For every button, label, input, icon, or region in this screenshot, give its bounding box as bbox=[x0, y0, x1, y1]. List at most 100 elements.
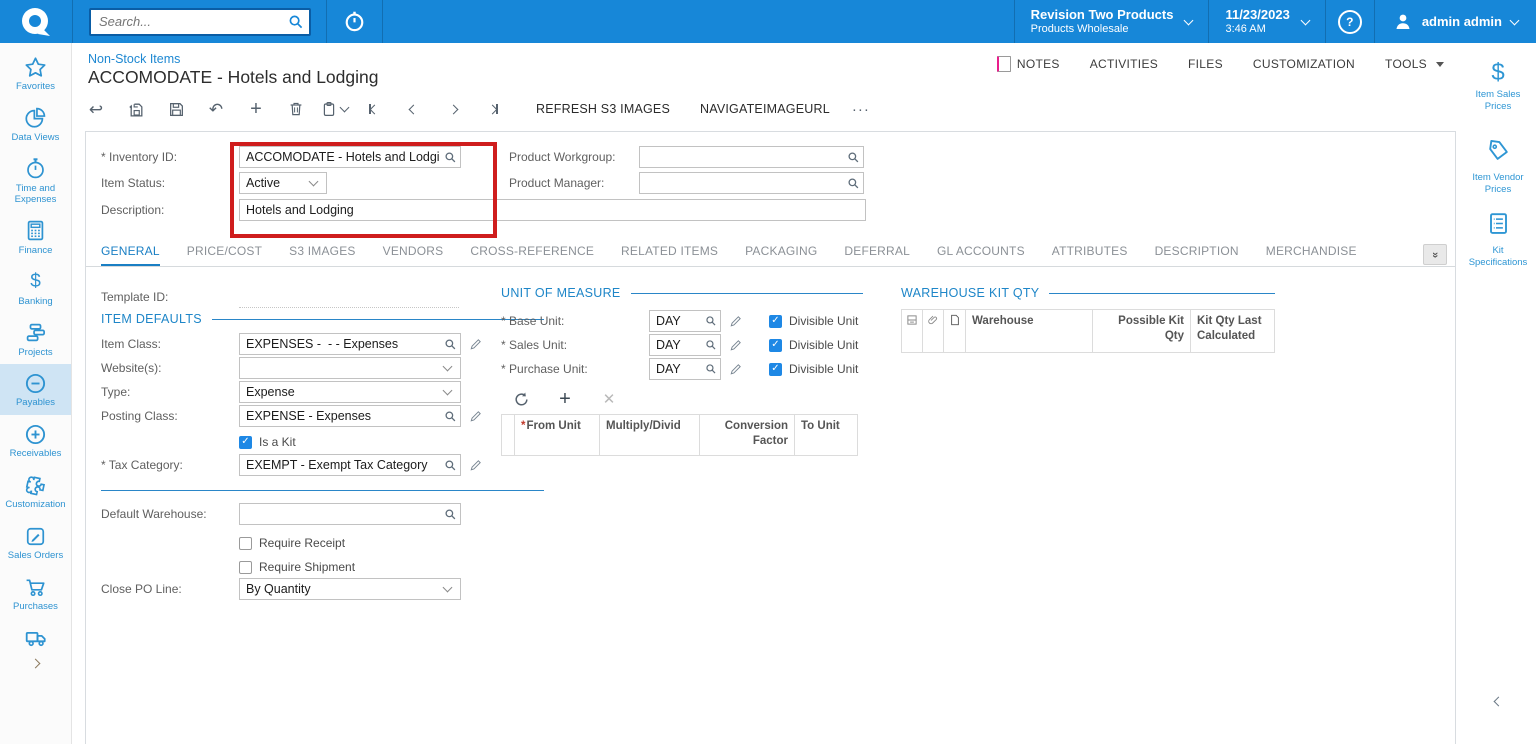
undo-button[interactable]: ↶ bbox=[201, 95, 231, 123]
lookup-icon[interactable] bbox=[444, 151, 457, 164]
col-multiply-divide[interactable]: Multiply/Divid bbox=[600, 415, 700, 455]
lookup-icon[interactable] bbox=[444, 410, 457, 423]
edit-pencil-icon[interactable] bbox=[469, 409, 483, 423]
add-button[interactable]: + bbox=[241, 95, 271, 123]
go-prev-button[interactable] bbox=[398, 95, 428, 123]
websites-select[interactable] bbox=[239, 357, 461, 379]
col-from-unit[interactable]: From Unit bbox=[515, 415, 600, 455]
close-po-line-select[interactable]: By Quantity bbox=[239, 578, 461, 600]
grid-settings-icon[interactable] bbox=[902, 310, 923, 352]
sidebar-item-sales-orders[interactable]: Sales Orders bbox=[0, 517, 71, 568]
side-panel-item-sales-prices[interactable]: $ Item Sales Prices bbox=[1460, 61, 1536, 113]
sidebar-item-receivables[interactable]: Receivables bbox=[0, 415, 71, 466]
edit-pencil-icon[interactable] bbox=[469, 337, 483, 351]
sales-unit-field[interactable] bbox=[649, 334, 721, 356]
lookup-icon[interactable] bbox=[444, 338, 457, 351]
paperclip-icon[interactable] bbox=[923, 310, 944, 352]
edit-pencil-icon[interactable] bbox=[729, 338, 743, 352]
side-panel-item-kit-specifications[interactable]: Kit Specifications bbox=[1460, 211, 1536, 269]
collapse-panel-chevron[interactable] bbox=[1460, 696, 1536, 707]
lookup-icon[interactable] bbox=[705, 363, 717, 375]
files-button[interactable]: FILES bbox=[1188, 57, 1223, 71]
search-icon[interactable] bbox=[288, 14, 304, 30]
lookup-icon[interactable] bbox=[705, 339, 717, 351]
sidebar-item-inventory[interactable] bbox=[0, 619, 71, 659]
save-close-button[interactable] bbox=[121, 95, 151, 123]
breadcrumb[interactable]: Non-Stock Items bbox=[88, 52, 180, 66]
tab-overflow-button[interactable]: » bbox=[1423, 244, 1447, 265]
item-status-select[interactable]: Active bbox=[239, 172, 327, 194]
go-next-button[interactable] bbox=[438, 95, 468, 123]
user-menu[interactable]: admin admin bbox=[1375, 0, 1536, 43]
tab-price-cost[interactable]: PRICE/COST bbox=[187, 244, 262, 266]
sidebar-expand-chevron[interactable] bbox=[0, 658, 71, 669]
sidebar-item-payables[interactable]: Payables bbox=[0, 364, 71, 416]
purchase-divisible-checkbox[interactable] bbox=[769, 362, 782, 376]
refresh-button[interactable] bbox=[510, 388, 532, 410]
activities-button[interactable]: ACTIVITIES bbox=[1090, 57, 1158, 71]
sidebar-item-time-and-expenses[interactable]: Time and Expenses bbox=[0, 150, 71, 212]
col-warehouse[interactable]: Warehouse bbox=[966, 310, 1093, 352]
navigate-image-url-button[interactable]: NAVIGATEIMAGEURL bbox=[688, 102, 842, 116]
product-workgroup-field[interactable] bbox=[639, 146, 864, 168]
tab-gl-accounts[interactable]: GL ACCOUNTS bbox=[937, 244, 1025, 266]
delete-row-button[interactable]: ✕ bbox=[598, 388, 620, 410]
tab-deferral[interactable]: DEFERRAL bbox=[844, 244, 910, 266]
tab-description[interactable]: DESCRIPTION bbox=[1155, 244, 1239, 266]
description-field[interactable] bbox=[239, 199, 866, 221]
edit-pencil-icon[interactable] bbox=[469, 458, 483, 472]
refresh-s3-images-button[interactable]: REFRESH S3 IMAGES bbox=[524, 102, 682, 116]
sidebar-item-projects[interactable]: Projects bbox=[0, 314, 71, 365]
tab-packaging[interactable]: PACKAGING bbox=[745, 244, 817, 266]
require-shipment-checkbox[interactable] bbox=[239, 560, 252, 574]
posting-class-field[interactable] bbox=[239, 405, 461, 427]
business-date-selector[interactable]: 11/23/2023 3:46 AM bbox=[1209, 0, 1324, 43]
product-manager-field[interactable] bbox=[639, 172, 864, 194]
tab-merchandise[interactable]: MERCHANDISE bbox=[1266, 244, 1357, 266]
note-file-icon[interactable] bbox=[944, 310, 966, 352]
lookup-icon[interactable] bbox=[444, 459, 457, 472]
is-a-kit-checkbox[interactable] bbox=[239, 435, 252, 449]
edit-pencil-icon[interactable] bbox=[729, 362, 743, 376]
lookup-icon[interactable] bbox=[847, 151, 860, 164]
sidebar-item-finance[interactable]: Finance bbox=[0, 212, 71, 263]
side-panel-item-vendor-prices[interactable]: Item Vendor Prices bbox=[1460, 138, 1536, 196]
tab-attributes[interactable]: ATTRIBUTES bbox=[1052, 244, 1128, 266]
go-first-button[interactable] bbox=[358, 95, 388, 123]
add-row-button[interactable]: + bbox=[554, 388, 576, 410]
tab-related-items[interactable]: RELATED ITEMS bbox=[621, 244, 718, 266]
col-possible-kit-qty[interactable]: Possible Kit Qty bbox=[1093, 310, 1191, 352]
notes-button[interactable]: NOTES bbox=[996, 56, 1060, 72]
template-id-field[interactable] bbox=[239, 287, 459, 308]
col-conversion-factor[interactable]: Conversion Factor bbox=[700, 415, 795, 455]
acumatica-logo[interactable] bbox=[0, 0, 72, 43]
tab-s3-images[interactable]: S3 IMAGES bbox=[289, 244, 356, 266]
tab-vendors[interactable]: VENDORS bbox=[383, 244, 444, 266]
delete-button[interactable] bbox=[281, 95, 311, 123]
customization-button[interactable]: CUSTOMIZATION bbox=[1253, 57, 1355, 71]
col-kit-qty-last-calculated[interactable]: Kit Qty Last Calculated bbox=[1191, 310, 1276, 352]
sidebar-item-data-views[interactable]: Data Views bbox=[0, 99, 71, 150]
tab-cross-reference[interactable]: CROSS-REFERENCE bbox=[470, 244, 594, 266]
base-divisible-checkbox[interactable] bbox=[769, 314, 782, 328]
purchase-unit-field[interactable] bbox=[649, 358, 721, 380]
type-select[interactable]: Expense bbox=[239, 381, 461, 403]
sidebar-item-customization[interactable]: Customization bbox=[0, 466, 71, 517]
sales-divisible-checkbox[interactable] bbox=[769, 338, 782, 352]
back-button[interactable]: ↩ bbox=[81, 95, 111, 123]
require-receipt-checkbox[interactable] bbox=[239, 536, 252, 550]
tab-general[interactable]: GENERAL bbox=[101, 244, 160, 266]
base-unit-field[interactable] bbox=[649, 310, 721, 332]
lookup-icon[interactable] bbox=[705, 315, 717, 327]
sidebar-item-banking[interactable]: $ Banking bbox=[0, 263, 71, 314]
business-date-button[interactable] bbox=[327, 0, 382, 43]
help-button[interactable]: ? bbox=[1326, 0, 1374, 43]
sidebar-item-favorites[interactable]: Favorites bbox=[0, 48, 71, 99]
default-warehouse-field[interactable] bbox=[239, 503, 461, 525]
tax-category-field[interactable] bbox=[239, 454, 461, 476]
save-button[interactable] bbox=[161, 95, 191, 123]
edit-pencil-icon[interactable] bbox=[729, 314, 743, 328]
toolbar-more-button[interactable]: ··· bbox=[842, 101, 880, 118]
col-to-unit[interactable]: To Unit bbox=[795, 415, 860, 455]
inventory-id-field[interactable] bbox=[239, 146, 461, 168]
